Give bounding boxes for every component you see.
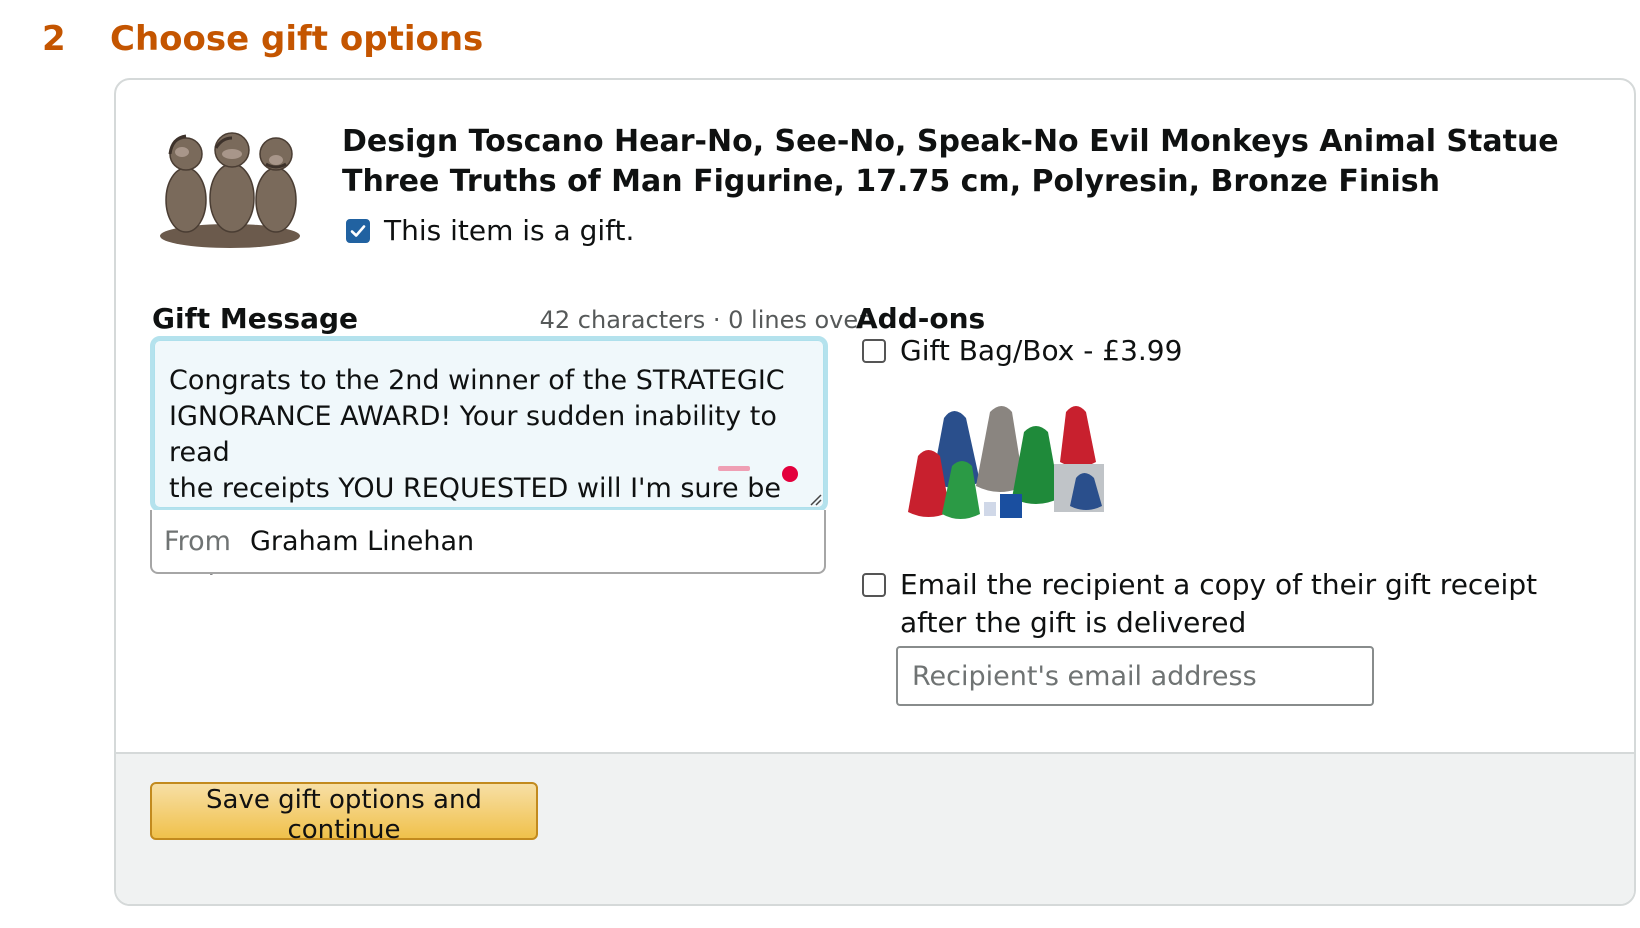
spellcheck-underline — [718, 466, 750, 471]
gift-bags-image — [904, 382, 1114, 532]
gift-message-textarea[interactable]: Congrats to the 2nd winner of the STRATE… — [150, 336, 828, 576]
gift-bag-label: Gift Bag/Box - £3.99 — [900, 334, 1183, 367]
save-gift-options-button[interactable]: Save gift options and continue — [150, 782, 538, 845]
gift-message-text[interactable]: Congrats to the 2nd winner of the STRATE… — [154, 340, 824, 576]
email-receipt-row[interactable]: Email the recipient a copy of their gift… — [862, 566, 1542, 642]
gift-options-panel: Design Toscano Hear-No, See-No, Speak-No… — [114, 78, 1636, 906]
addons-label: Add-ons — [856, 302, 986, 335]
product-image — [152, 108, 308, 262]
from-label: From — [164, 525, 231, 557]
panel-footer: Save gift options and continue — [116, 752, 1634, 904]
email-receipt-label: Email the recipient a copy of their gift… — [900, 568, 1538, 639]
is-gift-label: This item is a gift. — [384, 214, 635, 247]
step-header: 2 Choose gift options — [42, 14, 483, 64]
from-field[interactable]: From Graham Linehan — [150, 510, 826, 574]
recording-dot-icon — [782, 466, 798, 482]
is-gift-checkbox[interactable] — [346, 218, 370, 243]
email-receipt-checkbox[interactable] — [862, 573, 886, 597]
gift-bag-row[interactable]: Gift Bag/Box - £3.99 — [862, 334, 1182, 367]
step-title: Choose gift options — [110, 19, 484, 59]
from-input[interactable]: Graham Linehan — [250, 526, 474, 557]
product-title: Design Toscano Hear-No, See-No, Speak-No… — [342, 124, 1559, 199]
recipient-email-input[interactable] — [896, 646, 1374, 706]
resize-handle-icon[interactable] — [808, 492, 822, 506]
is-gift-row[interactable]: This item is a gift. — [346, 214, 634, 247]
step-number: 2 — [42, 19, 66, 59]
character-count: 42 characters · 0 lines over — [539, 306, 868, 334]
gift-bag-checkbox[interactable] — [862, 338, 886, 363]
gift-message-label: Gift Message — [152, 302, 359, 335]
checkmark-icon — [350, 224, 366, 237]
